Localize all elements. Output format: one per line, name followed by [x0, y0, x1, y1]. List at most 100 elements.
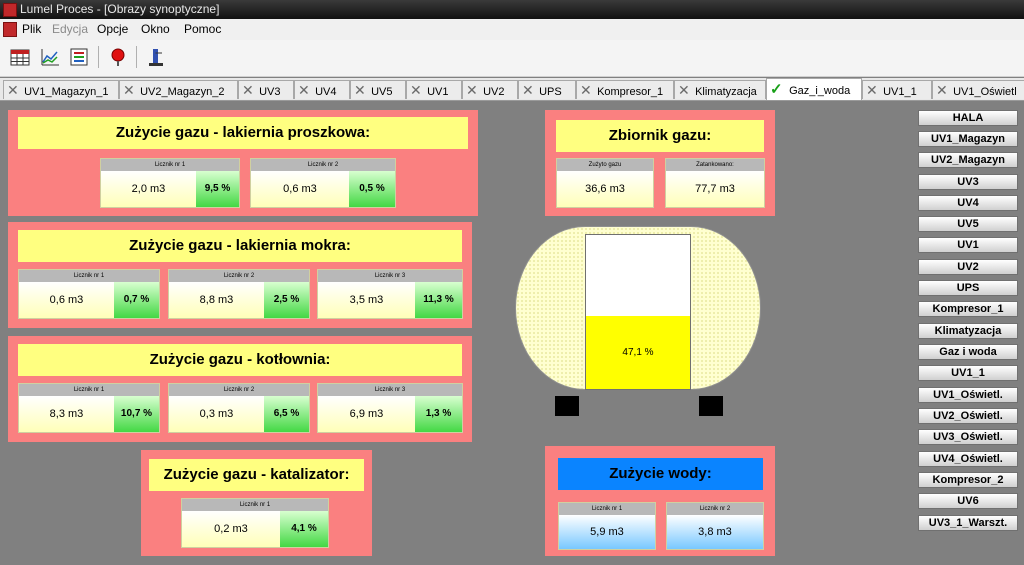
meter-value: 0,6 m3 — [251, 171, 349, 207]
nav-button-uv3[interactable]: UV3 — [918, 174, 1018, 190]
panel-lakiernia-proszkowa: Zużycie gazu - lakiernia proszkowa: Licz… — [8, 110, 478, 216]
meter-value: 77,7 m3 — [666, 171, 764, 207]
tab-uv4[interactable]: ✕ UV4 — [294, 80, 350, 99]
close-icon[interactable]: ✕ — [298, 81, 312, 99]
panel-lakiernia-mokra: Zużycie gazu - lakiernia mokra: Licznik … — [8, 222, 472, 328]
nav-button-kompresor-2[interactable]: Kompresor_2 — [918, 472, 1018, 488]
tab-uv1-1[interactable]: ✕ UV1_1 — [862, 80, 932, 99]
meter-value: 3,5 m3 — [318, 282, 415, 318]
tab-bar: ✕ UV1_Magazyn_1 ✕ UV2_Magazyn_2 ✕ UV3 ✕ … — [0, 78, 1024, 101]
meter-label: Licznik nr 3 — [318, 270, 462, 282]
close-icon[interactable]: ✕ — [522, 81, 536, 99]
tank-level-gauge: 47,1 % — [585, 234, 691, 390]
panel-title: Zużycie gazu - lakiernia mokra: — [18, 230, 462, 262]
meter-percent: 0,5 % — [349, 171, 395, 207]
tab-ups[interactable]: ✕ UPS — [518, 80, 576, 99]
nav-button-uv2-oswietl[interactable]: UV2_Oświetl. — [918, 408, 1018, 424]
toolbar-separator — [136, 46, 137, 68]
meter-value: 36,6 m3 — [557, 171, 653, 207]
nav-button-uv1-oswietl[interactable]: UV1_Oświetl. — [918, 387, 1018, 403]
nav-button-uv1[interactable]: UV1 — [918, 237, 1018, 253]
nav-button-uv1-1[interactable]: UV1_1 — [918, 365, 1018, 381]
meter-value: 6,9 m3 — [318, 396, 415, 432]
panel-title: Zużycie gazu - katalizator: — [149, 459, 364, 491]
close-icon[interactable]: ✕ — [242, 81, 256, 99]
menu-bar: Plik Edycja Opcje Okno Pomoc — [0, 19, 1024, 40]
app-icon — [3, 3, 17, 17]
meter-value: 8,3 m3 — [19, 396, 114, 432]
meter-label: Licznik nr 1 — [182, 499, 328, 511]
close-icon[interactable]: ✕ — [123, 81, 137, 99]
menu-pomoc[interactable]: Pomoc — [184, 22, 221, 36]
meter-percent: 0,7 % — [114, 282, 159, 318]
tank-foot-left — [555, 396, 579, 416]
meter-value: 0,2 m3 — [182, 511, 280, 547]
close-icon[interactable]: ✕ — [866, 81, 880, 99]
meter-licznik-2: Licznik nr 2 3,8 m3 — [666, 502, 764, 550]
nav-button-kompresor-1[interactable]: Kompresor_1 — [918, 301, 1018, 317]
meter-label: Licznik nr 2 — [169, 270, 309, 282]
meter-licznik-1: Licznik nr 1 0,6 m3 0,7 % — [18, 269, 160, 319]
meter-percent: 10,7 % — [114, 396, 159, 432]
toolbar — [0, 40, 1024, 77]
trend-icon[interactable] — [144, 45, 168, 69]
nav-button-uv3-1-warszt[interactable]: UV3_1_Warszt. — [918, 515, 1018, 531]
tank-foot-right — [699, 396, 723, 416]
tab-gaz-i-woda[interactable]: ✓ Gaz_i_woda — [766, 78, 862, 100]
nav-button-klimatyzacja[interactable]: Klimatyzacja — [918, 323, 1018, 339]
meter-percent: 11,3 % — [415, 282, 462, 318]
tank-level-label: 47,1 % — [622, 346, 654, 358]
meter-value: 3,8 m3 — [667, 515, 763, 549]
nav-button-ups[interactable]: UPS — [918, 280, 1018, 296]
nav-button-uv4-oswietl[interactable]: UV4_Oświetl. — [918, 451, 1018, 467]
meter-licznik-3: Licznik nr 3 6,9 m3 1,3 % — [317, 383, 463, 433]
tab-uv2-magazyn-2[interactable]: ✕ UV2_Magazyn_2 — [119, 80, 238, 99]
close-icon[interactable]: ✕ — [354, 81, 368, 99]
panel-title: Zużycie wody: — [558, 458, 763, 490]
nav-button-uv5[interactable]: UV5 — [918, 216, 1018, 232]
panel-kotlownia: Zużycie gazu - kotłownia: Licznik nr 1 8… — [8, 336, 472, 442]
meter-licznik-1: Licznik nr 1 2,0 m3 9,5 % — [100, 158, 240, 208]
meter-percent: 2,5 % — [264, 282, 309, 318]
nav-button-gaz-i-woda[interactable]: Gaz i woda — [918, 344, 1018, 360]
close-icon[interactable]: ✕ — [936, 81, 950, 99]
meter-label: Licznik nr 2 — [251, 159, 395, 171]
tab-uv1[interactable]: ✕ UV1 — [406, 80, 462, 99]
close-icon[interactable]: ✕ — [7, 81, 21, 99]
meter-licznik-3: Licznik nr 3 3,5 m3 11,3 % — [317, 269, 463, 319]
menu-okno[interactable]: Okno — [141, 22, 170, 36]
list-edit-icon[interactable] — [68, 45, 92, 69]
nav-button-uv2-magazyn[interactable]: UV2_Magazyn — [918, 152, 1018, 168]
menu-opcje[interactable]: Opcje — [97, 22, 128, 36]
chart-icon[interactable] — [38, 45, 62, 69]
tab-kompresor-1[interactable]: ✕ Kompresor_1 — [576, 80, 674, 99]
alarm-icon[interactable] — [106, 45, 130, 69]
close-icon[interactable]: ✕ — [410, 81, 424, 99]
meter-percent: 9,5 % — [196, 171, 239, 207]
meter-zuzyto-gazu: Zużyto gazu 36,6 m3 — [556, 158, 654, 208]
tab-uv2[interactable]: ✕ UV2 — [462, 80, 518, 99]
close-icon[interactable]: ✕ — [580, 81, 594, 99]
title-bar: Lumel Proces - [Obrazy synoptyczne] — [0, 0, 1024, 19]
nav-button-uv3-oswietl[interactable]: UV3_Oświetl. — [918, 429, 1018, 445]
close-icon[interactable]: ✕ — [466, 81, 480, 99]
nav-button-uv4[interactable]: UV4 — [918, 195, 1018, 211]
tab-uv3[interactable]: ✕ UV3 — [238, 80, 294, 99]
document-icon[interactable] — [3, 22, 17, 37]
tab-uv1-magazyn-1[interactable]: ✕ UV1_Magazyn_1 — [3, 80, 119, 99]
menu-plik[interactable]: Plik — [22, 22, 41, 36]
nav-button-uv6[interactable]: UV6 — [918, 493, 1018, 509]
panel-title: Zużycie gazu - kotłownia: — [18, 344, 462, 376]
nav-button-uv1-magazyn[interactable]: UV1_Magazyn — [918, 131, 1018, 147]
tab-klimatyzacja[interactable]: ✕ Klimatyzacja — [674, 80, 766, 99]
tab-uv5[interactable]: ✕ UV5 — [350, 80, 406, 99]
nav-button-uv2[interactable]: UV2 — [918, 259, 1018, 275]
tab-uv1-oswietl[interactable]: ✕ UV1_Oświetl — [932, 80, 1024, 99]
meter-label: Licznik nr 1 — [19, 270, 159, 282]
nav-button-hala[interactable]: HALA — [918, 110, 1018, 126]
close-icon[interactable]: ✕ — [678, 81, 692, 99]
menu-edycja[interactable]: Edycja — [52, 22, 88, 36]
panel-zbiornik-gazu: Zbiornik gazu: Zużyto gazu 36,6 m3 Zatan… — [545, 110, 775, 216]
table-icon[interactable] — [8, 45, 32, 69]
meter-licznik-1: Licznik nr 1 5,9 m3 — [558, 502, 656, 550]
